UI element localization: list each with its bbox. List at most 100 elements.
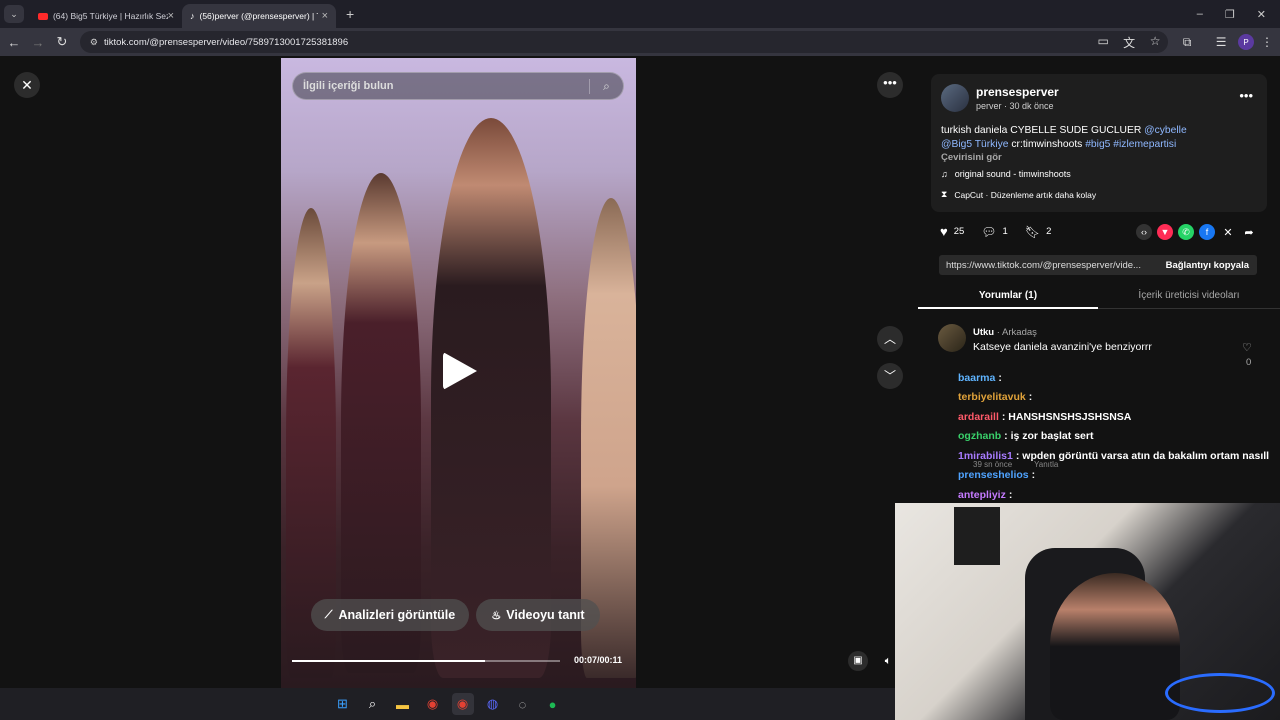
video-progress-bar[interactable]: [292, 660, 560, 662]
chat-message: 1mirabilis1: wpden görüntü varsa atın da…: [958, 446, 1276, 466]
author-username[interactable]: prensesperver: [976, 85, 1059, 99]
comment-author[interactable]: Utku: [973, 327, 994, 338]
capcut-row[interactable]: ⧗ CapCut · Düzenleme artık daha kolay: [941, 189, 1096, 200]
chrome-icon[interactable]: ◉: [451, 693, 474, 715]
share-icons: ‹› ▼ ✆ f ✕ ➦: [1136, 224, 1257, 240]
play-icon[interactable]: [443, 352, 477, 390]
comment-like-icon[interactable]: ♡: [1242, 341, 1252, 354]
site-info-icon[interactable]: ⚙: [90, 37, 98, 48]
comment-count: 1: [1002, 226, 1008, 237]
new-tab-button[interactable]: +: [346, 6, 354, 22]
comment-header: Utku · Arkadaş: [973, 327, 1037, 338]
back-icon[interactable]: ←: [2, 35, 26, 50]
search-icon[interactable]: ⌕: [589, 78, 623, 94]
heart-icon[interactable]: ♥: [940, 224, 948, 239]
chat-message: antepliyiz:: [958, 485, 1276, 505]
spotify-icon[interactable]: ●: [542, 693, 564, 715]
tab-bar: ⌄ (64) Big5 Türkiye | Hazırlık Sezo × ♪ …: [0, 0, 1280, 28]
more-options-icon[interactable]: •••: [877, 72, 903, 98]
promote-label: Videoyu tanıt: [506, 608, 585, 622]
chat-message: ardaraill: HANSHSNSHSJSHSNSA: [958, 407, 1276, 427]
search-icon[interactable]: ⌕: [362, 693, 384, 715]
sound-row[interactable]: ♫ original sound - timwinshoots: [941, 169, 1071, 179]
reading-list-icon[interactable]: ☰: [1208, 35, 1234, 49]
tab-title: (64) Big5 Türkiye | Hazırlık Sezo: [52, 11, 168, 21]
chat-username: baarma: [958, 371, 996, 384]
chat-message: terbiyelitavuk:: [958, 388, 1276, 408]
mention-link[interactable]: @Big5 Türkiye: [941, 139, 1009, 150]
video-figure: [431, 118, 551, 678]
forward-icon[interactable]: →: [26, 35, 50, 50]
share-arrow-icon[interactable]: ➦: [1241, 224, 1257, 240]
discord-icon[interactable]: ◍: [482, 693, 504, 715]
chat-username: ardaraill: [958, 410, 999, 423]
facebook-icon[interactable]: f: [1199, 224, 1215, 240]
reload-icon[interactable]: ↻: [50, 34, 74, 50]
window-close-icon[interactable]: ✕: [1257, 8, 1266, 21]
mention-link[interactable]: @cybelle: [1144, 125, 1187, 136]
comment-avatar[interactable]: [938, 324, 966, 352]
app-icon[interactable]: ◌: [512, 693, 534, 715]
tab-comments[interactable]: Yorumlar (1): [918, 283, 1098, 309]
cast-icon[interactable]: ▭: [1090, 34, 1116, 51]
bookmark-icon[interactable]: 🔖︎: [1025, 225, 1040, 239]
comment-text: Katseye daniela avanzini'ye benziyorrr: [973, 341, 1152, 353]
stats-row: ♥ 25 💬︎ 1 🔖︎ 2: [940, 224, 1051, 239]
tab-title: (56)perver (@prensesperver) | T: [199, 11, 318, 21]
chart-icon: ⟋: [324, 608, 333, 621]
floating-player-icon[interactable]: ▣: [848, 651, 868, 671]
stream-chat-overlay: baarma: terbiyelitavuk: ardaraill: HANSHSN…: [958, 368, 1276, 505]
previous-video-button[interactable]: ︿: [877, 326, 903, 352]
comment-icon[interactable]: 💬︎: [981, 225, 996, 239]
chat-text: : HANSHSNSHSJSHSNSA: [1001, 410, 1132, 423]
address-bar: ← → ↻ ⚙ tiktok.com/@prensesperver/video/…: [0, 28, 1280, 56]
tab-tiktok[interactable]: ♪ (56)perver (@prensesperver) | T ×: [182, 4, 336, 28]
menu-icon[interactable]: ⋮: [1254, 35, 1280, 49]
video-progress-fill: [292, 660, 485, 662]
file-explorer-icon[interactable]: ▬: [392, 693, 414, 715]
chat-username: 1mirabilis1: [958, 449, 1013, 462]
x-icon[interactable]: ✕: [1220, 224, 1236, 240]
chat-username: ogzhanb: [958, 430, 1002, 443]
comment-like-count: 0: [1246, 357, 1252, 368]
close-icon[interactable]: ✕: [14, 72, 40, 98]
author-meta: perver · 30 dk önce: [976, 101, 1054, 111]
translate-icon[interactable]: 文: [1116, 34, 1142, 51]
close-tab-icon[interactable]: ×: [168, 10, 174, 22]
chrome-icon[interactable]: ◉: [422, 693, 444, 715]
profile-avatar[interactable]: P: [1238, 34, 1255, 50]
hashtag-link[interactable]: #big5: [1085, 139, 1110, 150]
taskbar: ⊞ ⌕ ▬ ◉ ◉ ◍ ◌ ●: [0, 688, 895, 720]
tab-big5[interactable]: (64) Big5 Türkiye | Hazırlık Sezo ×: [30, 4, 182, 28]
embed-icon[interactable]: ‹›: [1136, 224, 1152, 240]
share-link-text[interactable]: https://www.tiktok.com/@prensesperver/vi…: [939, 260, 1151, 271]
streamer: [1050, 573, 1180, 720]
minimize-icon[interactable]: –: [1197, 8, 1203, 21]
analytics-button[interactable]: ⟋ Analizleri görüntüle: [311, 599, 469, 631]
bookmark-star-icon[interactable]: ☆: [1142, 34, 1168, 51]
rgb-light: [1165, 673, 1275, 713]
hashtag-link[interactable]: #izlemepartisi: [1113, 139, 1176, 150]
chat-text: : iş zor başlat sert: [1004, 430, 1094, 443]
chat-message: ogzhanb: iş zor başlat sert: [958, 427, 1276, 447]
chat-username: prenseshelios: [958, 469, 1029, 482]
chat-text: :: [998, 371, 1002, 384]
promote-button[interactable]: ♨ Videoyu tanıt: [476, 599, 600, 631]
tab-creator-videos[interactable]: İçerik üreticisi videoları: [1098, 283, 1280, 309]
close-tab-icon[interactable]: ×: [322, 10, 328, 22]
chat-username: antepliyiz: [958, 488, 1006, 501]
copy-link-button[interactable]: Bağlantıyı kopyala: [1166, 260, 1257, 271]
extensions-icon[interactable]: ⧉: [1174, 35, 1200, 50]
avatar[interactable]: [941, 84, 969, 112]
windows-start-icon[interactable]: ⊞: [332, 693, 354, 715]
send-icon[interactable]: ▼: [1157, 224, 1173, 240]
url-field[interactable]: ⚙ tiktok.com/@prensesperver/video/758971…: [79, 31, 1169, 53]
whatsapp-icon[interactable]: ✆: [1178, 224, 1194, 240]
restore-icon[interactable]: ❐: [1225, 8, 1235, 21]
tab-search-button[interactable]: ⌄: [4, 5, 24, 23]
translate-link[interactable]: Çevirisini gör: [941, 152, 1002, 163]
more-icon[interactable]: •••: [1239, 88, 1253, 103]
chat-text: : wpden görüntü varsa atın da bakalım or…: [1015, 449, 1270, 462]
next-video-button[interactable]: ﹀: [877, 363, 903, 389]
video-search-input[interactable]: İlgili içeriği bulun ⌕: [292, 72, 624, 100]
